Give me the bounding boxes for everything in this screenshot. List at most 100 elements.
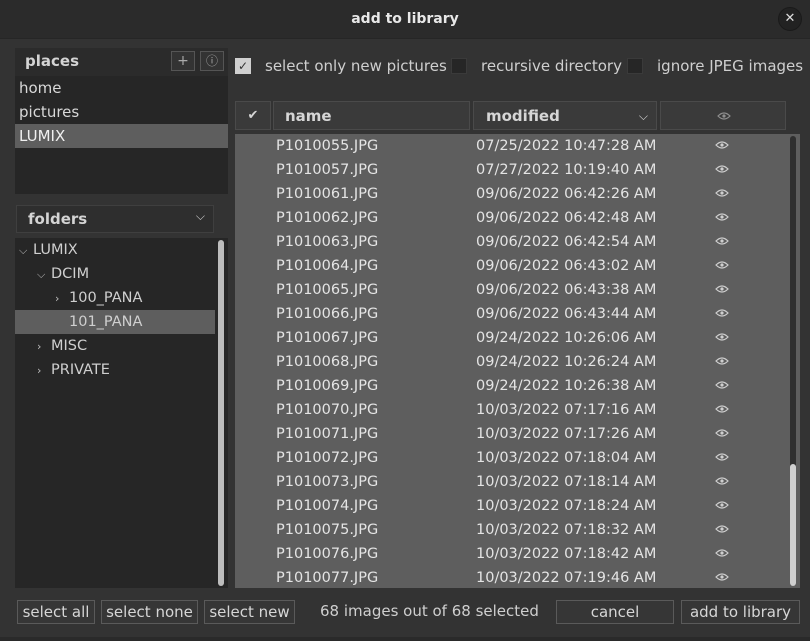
file-row[interactable]: P1010070.JPG 10/03/2022 07:17:16 AM xyxy=(235,398,788,422)
chevron-down-icon[interactable]: ⌵ xyxy=(37,263,51,287)
chevron-right-icon[interactable]: › xyxy=(55,287,69,311)
recursive-directory-checkbox[interactable] xyxy=(451,58,467,74)
folder-tree-item[interactable]: › MISC xyxy=(15,334,215,358)
eye-icon[interactable] xyxy=(715,182,729,206)
close-button[interactable]: ✕ xyxy=(778,7,802,31)
file-list-scrollbar[interactable] xyxy=(790,136,796,586)
eye-icon[interactable] xyxy=(715,566,729,588)
select-new-button[interactable]: select new xyxy=(204,600,295,624)
select-only-new-checkbox[interactable]: ✓ xyxy=(235,58,251,74)
file-list[interactable]: P1010077.JPG 10/03/2022 07:19:46 AM P10100… xyxy=(235,134,800,588)
place-item[interactable]: home xyxy=(15,76,228,100)
file-row[interactable]: P1010074.JPG 10/03/2022 07:18:24 AM xyxy=(235,494,788,518)
close-icon: ✕ xyxy=(784,11,796,26)
folder-tree-item[interactable]: ⌵ LUMIX xyxy=(15,238,215,262)
chevron-right-icon[interactable]: › xyxy=(37,359,51,383)
file-row[interactable]: P1010065.JPG 09/06/2022 06:43:38 AM xyxy=(235,278,788,302)
file-name: P1010066.JPG xyxy=(276,306,379,322)
file-row[interactable]: P1010063.JPG 09/06/2022 06:42:54 AM xyxy=(235,230,788,254)
eye-icon[interactable] xyxy=(715,398,729,422)
folder-tree-item[interactable]: 101_PANA xyxy=(15,310,215,334)
file-row[interactable]: P1010076.JPG 10/03/2022 07:18:42 AM xyxy=(235,542,788,566)
dialog-title: add to library xyxy=(351,11,459,27)
file-modified: 10/03/2022 07:18:32 AM xyxy=(476,522,657,538)
eye-icon[interactable] xyxy=(715,422,729,446)
file-name: P1010076.JPG xyxy=(276,546,379,562)
eye-icon[interactable] xyxy=(715,206,729,230)
modified-header-label: modified xyxy=(486,107,560,125)
file-name: P1010061.JPG xyxy=(276,186,379,202)
file-row[interactable]: P1010071.JPG 10/03/2022 07:17:26 AM xyxy=(235,422,788,446)
file-row[interactable]: P1010075.JPG 10/03/2022 07:18:32 AM xyxy=(235,518,788,542)
file-name: P1010071.JPG xyxy=(276,426,379,442)
select-none-button[interactable]: select none xyxy=(101,600,198,624)
file-row[interactable]: P1010068.JPG 09/24/2022 10:26:24 AM xyxy=(235,350,788,374)
eye-icon[interactable] xyxy=(715,326,729,350)
file-row[interactable]: P1010064.JPG 09/06/2022 06:43:02 AM xyxy=(235,254,788,278)
file-name: P1010067.JPG xyxy=(276,330,379,346)
file-row[interactable]: P1010077.JPG 10/03/2022 07:19:46 AM xyxy=(235,566,788,588)
file-row[interactable]: P1010072.JPG 10/03/2022 07:18:04 AM xyxy=(235,446,788,470)
chevron-down-icon: ⌵ xyxy=(195,209,205,223)
file-row[interactable]: P1010057.JPG 07/27/2022 10:19:40 AM xyxy=(235,158,788,182)
folder-tree-item[interactable]: › PRIVATE xyxy=(15,358,215,382)
file-name: P1010065.JPG xyxy=(276,282,379,298)
file-modified: 09/24/2022 10:26:06 AM xyxy=(476,330,657,346)
eye-icon[interactable] xyxy=(715,278,729,302)
eye-icon[interactable] xyxy=(715,494,729,518)
file-modified: 10/03/2022 07:19:46 AM xyxy=(476,570,657,586)
folder-tree-scrollbar[interactable] xyxy=(218,240,224,586)
title-bar: add to library ✕ xyxy=(0,0,810,39)
file-row[interactable]: P1010061.JPG 09/06/2022 06:42:26 AM xyxy=(235,182,788,206)
file-row[interactable]: P1010055.JPG 07/25/2022 10:47:28 AM xyxy=(235,134,788,158)
folders-dropdown[interactable]: folders ⌵ xyxy=(16,205,214,233)
file-row[interactable]: P1010066.JPG 09/06/2022 06:43:44 AM xyxy=(235,302,788,326)
file-modified: 10/03/2022 07:18:14 AM xyxy=(476,474,657,490)
info-icon: ⓘ xyxy=(205,54,218,68)
chevron-right-icon[interactable]: › xyxy=(37,335,51,359)
name-header-label: name xyxy=(285,107,332,125)
eye-icon[interactable] xyxy=(715,542,729,566)
place-info-button[interactable]: ⓘ xyxy=(200,51,224,71)
add-to-library-button[interactable]: add to library xyxy=(681,600,800,624)
selection-status: 68 images out of 68 selected xyxy=(320,602,539,620)
eye-icon[interactable] xyxy=(715,350,729,374)
file-modified: 07/25/2022 10:47:28 AM xyxy=(476,138,657,154)
name-column-header[interactable]: name xyxy=(273,101,470,130)
place-item[interactable]: LUMIX xyxy=(15,124,228,148)
file-row[interactable]: P1010067.JPG 09/24/2022 10:26:06 AM xyxy=(235,326,788,350)
folder-tree-item[interactable]: ⌵ DCIM xyxy=(15,262,215,286)
select-all-button[interactable]: select all xyxy=(17,600,95,624)
eye-icon[interactable] xyxy=(715,254,729,278)
add-to-library-dialog: add to library ✕ places + ⓘ home pictures… xyxy=(0,0,810,641)
file-name: P1010069.JPG xyxy=(276,378,379,394)
file-modified: 10/03/2022 07:18:24 AM xyxy=(476,498,657,514)
chevron-down-icon[interactable]: ⌵ xyxy=(19,239,33,263)
eye-icon[interactable] xyxy=(715,158,729,182)
eye-icon[interactable] xyxy=(715,518,729,542)
file-name: P1010057.JPG xyxy=(276,162,379,178)
cancel-button[interactable]: cancel xyxy=(556,600,674,624)
folder-tree-item[interactable]: › 100_PANA xyxy=(15,286,215,310)
file-name: P1010070.JPG xyxy=(276,402,379,418)
eye-icon[interactable] xyxy=(715,134,729,158)
scrollbar-thumb[interactable] xyxy=(790,464,796,586)
check-column-header[interactable]: ✔ xyxy=(235,101,271,130)
folder-label: DCIM xyxy=(51,266,90,282)
eye-icon[interactable] xyxy=(715,470,729,494)
eye-icon[interactable] xyxy=(715,446,729,470)
file-row[interactable]: P1010062.JPG 09/06/2022 06:42:48 AM xyxy=(235,206,788,230)
place-item[interactable]: pictures xyxy=(15,100,228,124)
eye-icon[interactable] xyxy=(715,374,729,398)
places-header: places + ⓘ xyxy=(15,48,228,76)
file-modified: 07/27/2022 10:19:40 AM xyxy=(476,162,657,178)
file-row[interactable]: P1010073.JPG 10/03/2022 07:18:14 AM xyxy=(235,470,788,494)
ignore-jpeg-checkbox[interactable] xyxy=(627,58,643,74)
thumbnail-column-header[interactable] xyxy=(660,101,786,130)
file-row[interactable]: P1010069.JPG 09/24/2022 10:26:38 AM xyxy=(235,374,788,398)
file-modified: 09/06/2022 06:42:26 AM xyxy=(476,186,657,202)
eye-icon[interactable] xyxy=(715,302,729,326)
eye-icon[interactable] xyxy=(715,230,729,254)
add-place-button[interactable]: + xyxy=(171,51,195,71)
modified-column-header[interactable]: modified ⌵ xyxy=(473,101,657,130)
